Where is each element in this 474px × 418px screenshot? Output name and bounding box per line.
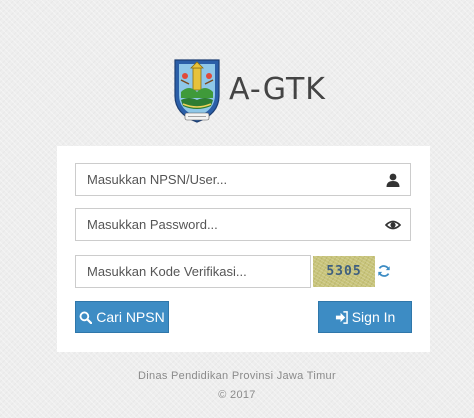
refresh-icon[interactable] bbox=[377, 264, 391, 278]
province-crest-icon bbox=[174, 59, 220, 123]
username-input[interactable] bbox=[76, 164, 410, 195]
app-title: A-GTK bbox=[229, 72, 326, 107]
captcha-code: 5305 bbox=[326, 264, 362, 279]
sign-in-icon bbox=[335, 310, 348, 324]
sign-in-button[interactable]: Sign In bbox=[318, 301, 412, 333]
footer-copyright: © 2017 bbox=[218, 389, 256, 401]
username-field[interactable] bbox=[75, 163, 411, 196]
footer-organization: Dinas Pendidikan Provinsi Jawa Timur bbox=[138, 370, 336, 382]
eye-icon[interactable] bbox=[385, 217, 401, 233]
password-field[interactable] bbox=[75, 208, 411, 241]
user-icon bbox=[386, 173, 400, 187]
verification-code-field[interactable] bbox=[75, 255, 311, 288]
login-card: 5305 Cari NPSN Sign In bbox=[57, 146, 430, 352]
verification-code-input[interactable] bbox=[76, 256, 310, 287]
app-logo: A-GTK bbox=[171, 54, 326, 124]
password-input[interactable] bbox=[76, 209, 410, 240]
search-npsn-label: Cari NPSN bbox=[96, 309, 165, 325]
sign-in-label: Sign In bbox=[351, 309, 396, 325]
search-npsn-button[interactable]: Cari NPSN bbox=[75, 301, 169, 333]
search-icon bbox=[79, 311, 93, 324]
captcha-image: 5305 bbox=[313, 256, 375, 287]
